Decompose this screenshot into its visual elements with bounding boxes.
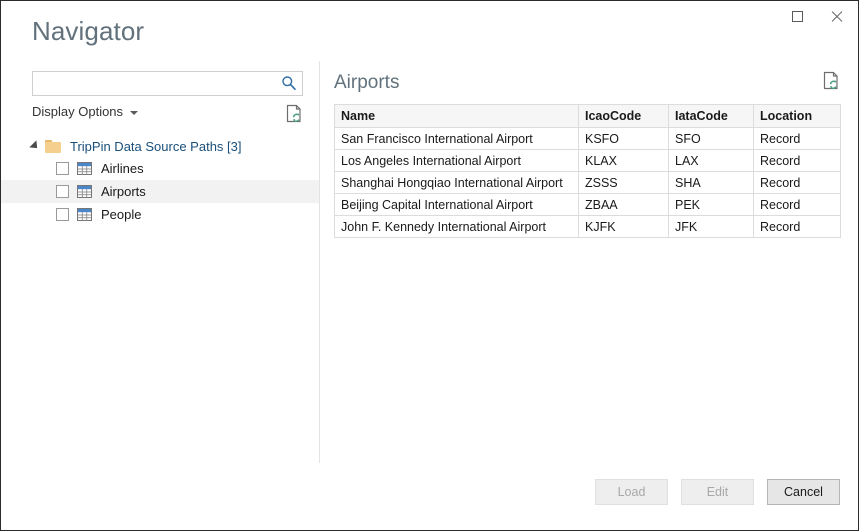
cell-iatacode: SFO <box>668 127 754 150</box>
preview-title: Airports <box>334 72 400 93</box>
cell-icaocode: ZBAA <box>578 193 669 216</box>
cell-name: Beijing Capital International Airport <box>334 193 579 216</box>
page-title: Navigator <box>32 16 145 46</box>
tree-item-label: People <box>101 207 142 222</box>
table-row[interactable]: John F. Kennedy International Airport KJ… <box>334 215 841 238</box>
cell-location: Record <box>753 149 841 172</box>
checkbox-airlines[interactable] <box>56 162 69 175</box>
cell-location: Record <box>753 215 841 238</box>
load-button[interactable]: Load <box>595 479 668 505</box>
column-header-icaocode[interactable]: IcaoCode <box>578 104 669 128</box>
chevron-down-icon <box>130 111 139 115</box>
cell-iatacode: PEK <box>668 193 754 216</box>
table-icon <box>77 208 92 221</box>
cell-icaocode: KSFO <box>578 127 669 150</box>
cancel-button[interactable]: Cancel <box>767 479 840 505</box>
cell-name: John F. Kennedy International Airport <box>334 215 579 238</box>
preview-panel: Airports Name IcaoCode IataCode Location <box>320 61 858 461</box>
table-header-row: Name IcaoCode IataCode Location <box>334 104 841 128</box>
table-row[interactable]: Los Angeles International Airport KLAX L… <box>334 149 841 172</box>
table-row[interactable]: San Francisco International Airport KSFO… <box>334 127 841 150</box>
cell-location: Record <box>753 193 841 216</box>
restore-button[interactable] <box>778 1 817 31</box>
table-row[interactable]: Shanghai Hongqiao International Airport … <box>334 171 841 194</box>
footer-button-group: Load Edit Cancel <box>595 479 840 505</box>
table-row[interactable]: Beijing Capital International Airport ZB… <box>334 193 841 216</box>
preview-header: Airports <box>334 71 840 99</box>
folder-icon <box>45 139 61 153</box>
display-options-row: Display Options <box>32 104 303 126</box>
tree-item-label: Airlines <box>101 161 144 176</box>
navigation-tree: TripPin Data Source Paths [3] Airlines A… <box>1 135 319 226</box>
edit-button[interactable]: Edit <box>681 479 754 505</box>
search-row <box>32 71 303 96</box>
refresh-document-icon[interactable] <box>286 104 303 123</box>
tree-root-label: TripPin Data Source Paths [3] <box>70 138 242 154</box>
checkbox-airports[interactable] <box>56 185 69 198</box>
left-panel: Display Options TripPin Data Source Path… <box>1 61 319 461</box>
navigator-dialog: Navigator Display Options TripPin Data S… <box>0 0 859 531</box>
table-icon <box>77 185 92 198</box>
dialog-footer: Load Edit Cancel <box>1 461 858 530</box>
column-header-location[interactable]: Location <box>753 104 841 128</box>
close-icon <box>830 10 843 23</box>
refresh-document-icon[interactable] <box>823 71 840 90</box>
tree-item-airlines[interactable]: Airlines <box>1 157 319 180</box>
close-button[interactable] <box>817 1 856 31</box>
tree-item-people[interactable]: People <box>1 203 319 226</box>
cell-location: Record <box>753 127 841 150</box>
restore-icon <box>792 10 803 22</box>
checkbox-people[interactable] <box>56 208 69 221</box>
cell-iatacode: LAX <box>668 149 754 172</box>
column-header-iatacode[interactable]: IataCode <box>668 104 754 128</box>
cell-iatacode: SHA <box>668 171 754 194</box>
preview-table: Name IcaoCode IataCode Location San Fran… <box>334 104 841 238</box>
display-options-label: Display Options <box>32 104 124 119</box>
tree-root-node[interactable]: TripPin Data Source Paths [3] <box>1 135 319 157</box>
triangle-expanded-icon[interactable] <box>29 140 41 152</box>
cell-icaocode: KJFK <box>578 215 669 238</box>
tree-item-airports[interactable]: Airports <box>1 180 319 203</box>
display-options-dropdown[interactable]: Display Options <box>32 104 139 119</box>
table-icon <box>77 162 92 175</box>
cell-name: San Francisco International Airport <box>334 127 579 150</box>
cell-iatacode: JFK <box>668 215 754 238</box>
tree-item-label: Airports <box>101 184 146 199</box>
cell-icaocode: KLAX <box>578 149 669 172</box>
window-controls <box>778 1 856 31</box>
search-input[interactable] <box>32 71 303 96</box>
cell-name: Los Angeles International Airport <box>334 149 579 172</box>
column-header-name[interactable]: Name <box>334 104 579 128</box>
cell-location: Record <box>753 171 841 194</box>
cell-icaocode: ZSSS <box>578 171 669 194</box>
cell-name: Shanghai Hongqiao International Airport <box>334 171 579 194</box>
